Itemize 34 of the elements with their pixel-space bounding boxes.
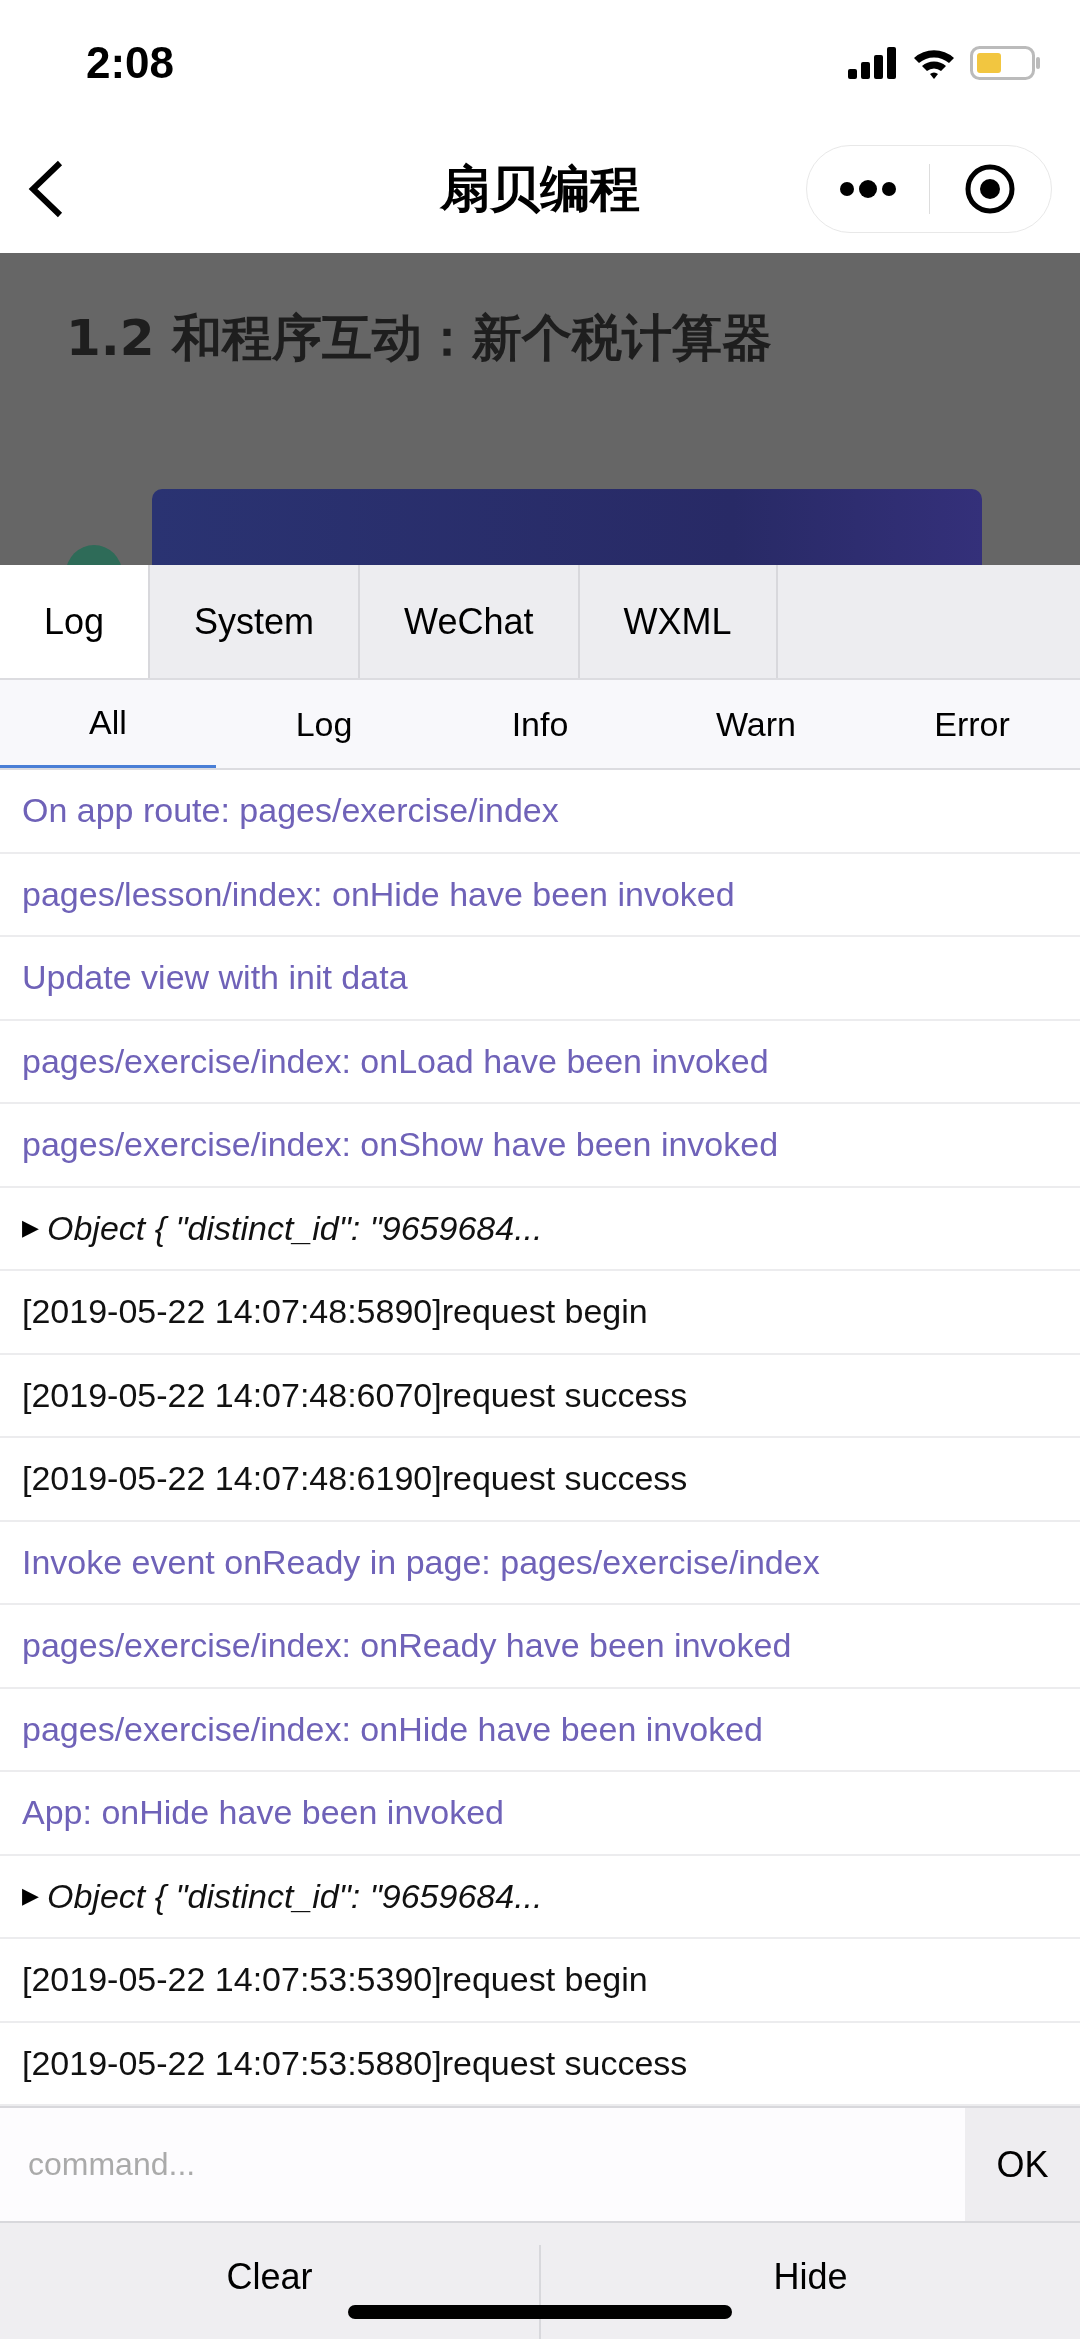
- action-button[interactable]: Hide: [541, 2223, 1080, 2339]
- filter-tab[interactable]: Log: [216, 680, 432, 768]
- filter-tab[interactable]: Error: [864, 680, 1080, 768]
- signal-icon: [848, 46, 898, 79]
- log-entry: pages/lesson/index: onHide have been invoked: [22, 874, 735, 914]
- log-entry: pages/exercise/index: onShow have been invoked: [22, 1125, 779, 1165]
- page-title: 扇贝编程: [440, 159, 640, 218]
- filter-tab[interactable]: Info: [432, 680, 648, 768]
- expand-toggle[interactable]: ▶: [22, 1215, 39, 1242]
- action-button[interactable]: Clear: [0, 2223, 539, 2339]
- log-entry: pages/exercise/index: onLoad have been invoked: [22, 1041, 769, 1081]
- log-entry: [2019-05-22 14:07:48:6190]request success: [22, 1459, 688, 1499]
- status-time: 2:08: [86, 37, 175, 88]
- log-entry: Object { "distinct_id": "9659684...: [47, 1876, 543, 1916]
- log-entry: Object { "distinct_id": "9659684...: [47, 1208, 543, 1248]
- more-icon[interactable]: [838, 179, 897, 199]
- log-entry: Update view with init data: [22, 958, 408, 998]
- filter-tab[interactable]: Warn: [648, 680, 864, 768]
- ok-button[interactable]: OK: [965, 2108, 1080, 2221]
- log-entry: [2019-05-22 14:07:53:5390]request begin: [22, 1960, 648, 2000]
- expand-toggle[interactable]: ▶: [22, 1883, 39, 1910]
- log-entry: [2019-05-22 14:07:53:5880]request success: [22, 2043, 688, 2083]
- filter-tab[interactable]: All: [0, 680, 216, 768]
- lesson-heading: 1.2 和程序互动：新个税计算器: [66, 308, 772, 369]
- log-entry: On app route: pages/exercise/index: [22, 791, 559, 831]
- console-tab[interactable]: Log: [0, 565, 151, 678]
- log-entry: [2019-05-22 14:07:48:5890]request begin: [22, 1292, 648, 1332]
- log-entry: [2019-05-22 14:07:48:6070]request success: [22, 1375, 688, 1415]
- battery-icon: [970, 45, 1042, 80]
- log-entry: pages/exercise/index: onHide have been invoked: [22, 1709, 763, 1749]
- log-entry: pages/exercise/index: onReady have been invoked: [22, 1626, 792, 1666]
- log-entry: App: onHide have been invoked: [22, 1793, 505, 1833]
- back-icon[interactable]: [28, 160, 64, 218]
- log-entry: Invoke event onReady in page: pages/exercise/index: [22, 1542, 820, 1582]
